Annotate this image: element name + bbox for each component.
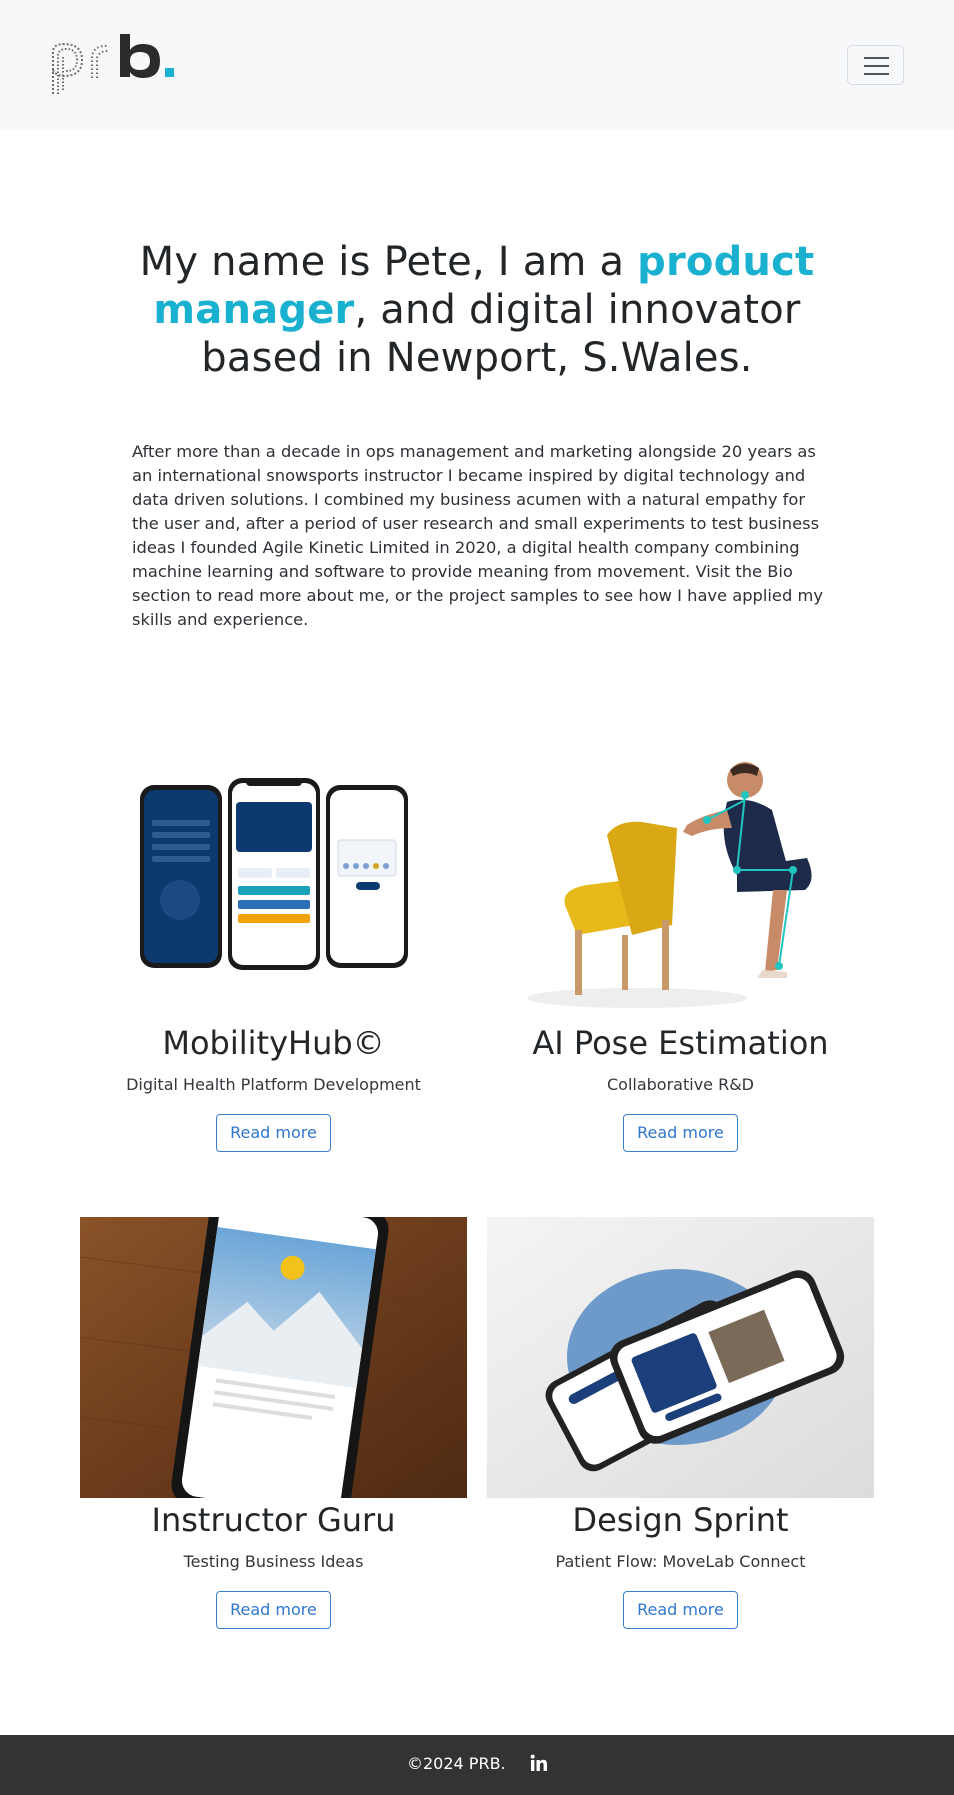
read-more-button[interactable]: Read more [216,1591,331,1629]
hero-heading: My name is Pete, I am a product manager,… [110,238,844,382]
project-subtitle: Digital Health Platform Development [126,1075,421,1094]
intro-paragraph: After more than a decade in ops manageme… [132,442,823,629]
project-subtitle: Testing Business Ideas [183,1552,364,1571]
linkedin-icon[interactable] [530,1754,548,1772]
copyright-text: ©2024 PRB. [407,1754,506,1773]
read-more-button[interactable]: Read more [216,1114,331,1152]
hero-heading-part1: My name is Pete, I am a [139,239,638,285]
two-phones-mockup[interactable] [487,1217,874,1498]
project-subtitle: Patient Flow: MoveLab Connect [555,1552,806,1571]
project-title: Instructor Guru [151,1501,396,1539]
nav-menu-button[interactable] [847,45,904,85]
hamburger-icon-bar [864,65,889,67]
site-header [0,0,954,130]
hamburger-icon-bar [864,73,889,75]
read-more-button[interactable]: Read more [623,1591,738,1629]
site-footer: ©2024 PRB. [0,1735,954,1795]
project-title: AI Pose Estimation [532,1024,829,1062]
project-title: MobilityHub© [162,1024,385,1062]
project-title: Design Sprint [572,1501,789,1539]
prb-logo[interactable] [48,30,188,100]
phones-app-mockup[interactable] [80,740,467,1021]
phone-on-wood-table[interactable] [80,1217,467,1498]
man-squat-pose[interactable] [487,740,874,1021]
read-more-button[interactable]: Read more [623,1114,738,1152]
project-subtitle: Collaborative R&D [606,1075,754,1094]
hamburger-icon [864,57,889,59]
